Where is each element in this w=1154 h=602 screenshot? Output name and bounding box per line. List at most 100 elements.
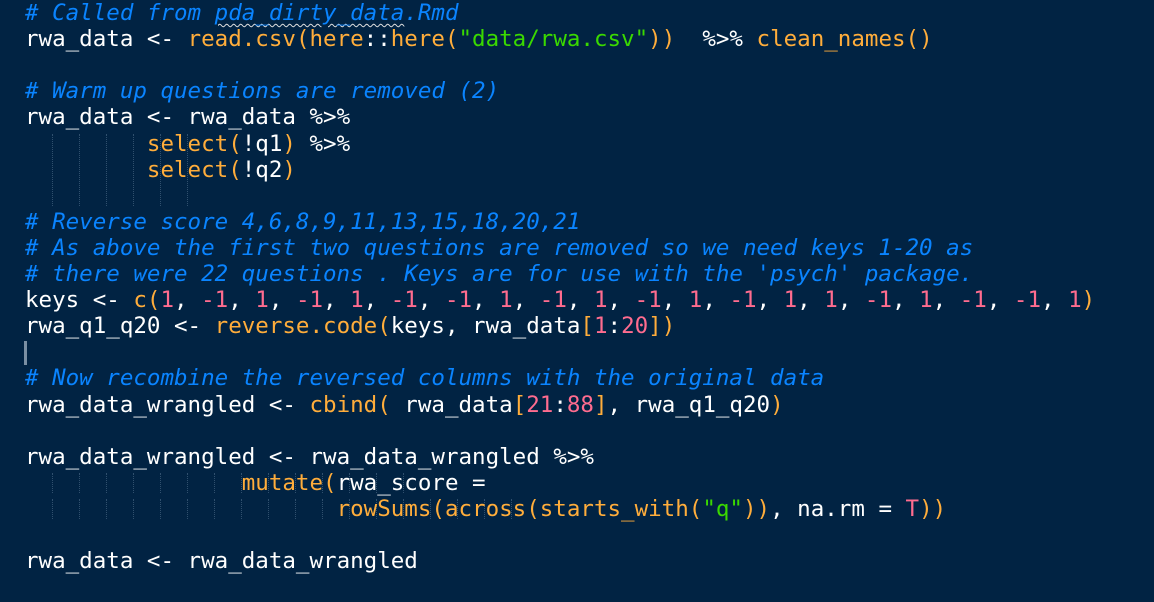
code-token: rwa_data <box>174 104 310 131</box>
code-token: , <box>932 287 960 314</box>
code-token: : <box>553 391 567 418</box>
code-token: , <box>986 287 1014 314</box>
code-token: , <box>837 287 865 314</box>
code-line[interactable]: # As above the first two questions are r… <box>25 235 973 261</box>
code-token: 1 <box>783 287 798 314</box>
code-token: <- <box>268 391 296 418</box>
code-line[interactable]: rwa_q1_q20 <- reverse.code(keys, rwa_dat… <box>25 313 675 339</box>
code-token: ] <box>593 391 608 418</box>
code-token: ( <box>377 313 391 340</box>
code-token: rwa_q1_q20 <box>25 313 175 340</box>
code-token: ( <box>228 156 242 183</box>
code-token: ( <box>431 495 445 522</box>
code-line[interactable]: select(!q1) %>% <box>25 131 350 157</box>
code-token: -1 <box>729 287 757 314</box>
code-token: keys <box>25 287 93 314</box>
code-token: -1 <box>201 287 229 314</box>
code-token: .Rmd <box>404 0 459 26</box>
code-line[interactable]: rowSums(across(starts_with("q")), na.rm … <box>25 495 947 522</box>
code-line[interactable]: # Called from pda_dirty_data.Rmd <box>25 0 459 26</box>
code-token: clean_names <box>756 26 906 53</box>
code-token: <- <box>146 548 175 575</box>
code-token: # As above the first two questions are r… <box>25 234 974 261</box>
code-token: rwa_data <box>25 548 147 575</box>
code-token: # Called from <box>25 0 215 26</box>
code-token: 88 <box>566 391 594 418</box>
code-token: # Reverse score 4,6,8,9,11,13,15,18,20,2… <box>25 208 581 235</box>
code-line[interactable]: rwa_data <- read.csv(here::here("data/rw… <box>25 26 933 52</box>
code-token: [ <box>512 391 527 418</box>
code-token: , <box>607 287 635 314</box>
code-token: : <box>607 313 622 340</box>
code-line[interactable]: # there were 22 questions . Keys are for… <box>25 261 973 287</box>
code-token: ( <box>146 287 161 314</box>
code-token: , <box>363 287 391 314</box>
code-token: ]) <box>648 313 676 340</box>
code-line[interactable]: rwa_data_wrangled <- rwa_data_wrangled %… <box>25 444 594 470</box>
code-token: -1 <box>634 287 662 314</box>
code-token: rwa_data <box>390 391 513 418</box>
code-token: ( <box>526 495 540 522</box>
code-token: 1 <box>350 287 364 314</box>
code-token: across <box>444 495 527 522</box>
code-token: rwa_score <box>336 469 473 496</box>
code-line[interactable]: # Reverse score 4,6,8,9,11,13,15,18,20,2… <box>25 209 580 235</box>
code-token: -1 <box>959 287 987 314</box>
code-token: reverse.code <box>214 313 378 340</box>
code-line[interactable]: select(!q2) <box>25 157 296 183</box>
code-token: here <box>390 26 445 53</box>
code-line[interactable]: keys <- c(1, -1, 1, -1, 1, -1, -1, 1, -1… <box>25 287 1095 313</box>
code-token: , <box>892 287 920 314</box>
code-token: starts_with <box>539 495 689 522</box>
code-token: # Warm up questions are removed (2) <box>25 78 500 105</box>
code-token: select <box>146 156 229 183</box>
code-token: rwa_data_wrangled <box>25 391 269 418</box>
code-editor[interactable]: # Called from pda_dirty_data.Rmd rwa_data… <box>0 0 1154 602</box>
code-line[interactable]: # Now recombine the reversed columns wit… <box>25 365 824 391</box>
code-token: -1 <box>295 287 324 314</box>
code-token: , rwa_q1_q20 <box>607 391 771 418</box>
code-token: rwa_data_wrangled <box>295 443 554 470</box>
code-token: , <box>797 287 825 314</box>
code-token: mutate <box>241 469 324 496</box>
code-token: , <box>512 287 540 314</box>
code-token: <- <box>174 313 202 340</box>
code-token: ( <box>688 495 703 522</box>
code-token: 1 <box>593 287 608 314</box>
code-token: select <box>146 130 229 157</box>
code-token: ( <box>323 469 337 496</box>
code-line[interactable]: # Warm up questions are removed (2) <box>25 78 499 104</box>
code-line[interactable]: rwa_data <- rwa_data_wrangled <box>25 548 418 574</box>
code-token: ) <box>282 130 296 157</box>
code-token: keys, rwa_data <box>390 313 581 340</box>
code-token: ) <box>1081 287 1096 314</box>
code-line[interactable]: rwa_data_wrangled <- cbind( rwa_data[21:… <box>25 392 784 418</box>
code-token: # Now recombine the reversed columns wit… <box>25 365 825 392</box>
code-token: "q" <box>702 495 743 522</box>
code-token: 1 <box>160 287 175 314</box>
code-token: , <box>174 287 202 314</box>
code-token: rwa_data_wrangled <box>174 548 418 575</box>
code-token: here <box>309 26 364 53</box>
code-token: 1 <box>824 287 838 314</box>
code-token: <- <box>146 26 175 53</box>
code-token: read.csv <box>187 26 296 53</box>
code-token: 1 <box>919 287 933 314</box>
code-token: 1 <box>255 287 269 314</box>
code-token: )) <box>648 26 676 53</box>
code-line[interactable]: rwa_data <- rwa_data %>% <box>25 104 350 130</box>
code-token: pda_dirty_data <box>214 0 405 26</box>
code-token: T <box>905 495 920 522</box>
code-token: , <box>323 287 351 314</box>
code-token: , <box>756 287 784 314</box>
code-token: !q1 <box>241 130 283 157</box>
code-token: -1 <box>864 287 892 314</box>
code-token: <- <box>268 443 296 470</box>
code-line[interactable]: mutate(rwa_score = <box>25 470 486 496</box>
